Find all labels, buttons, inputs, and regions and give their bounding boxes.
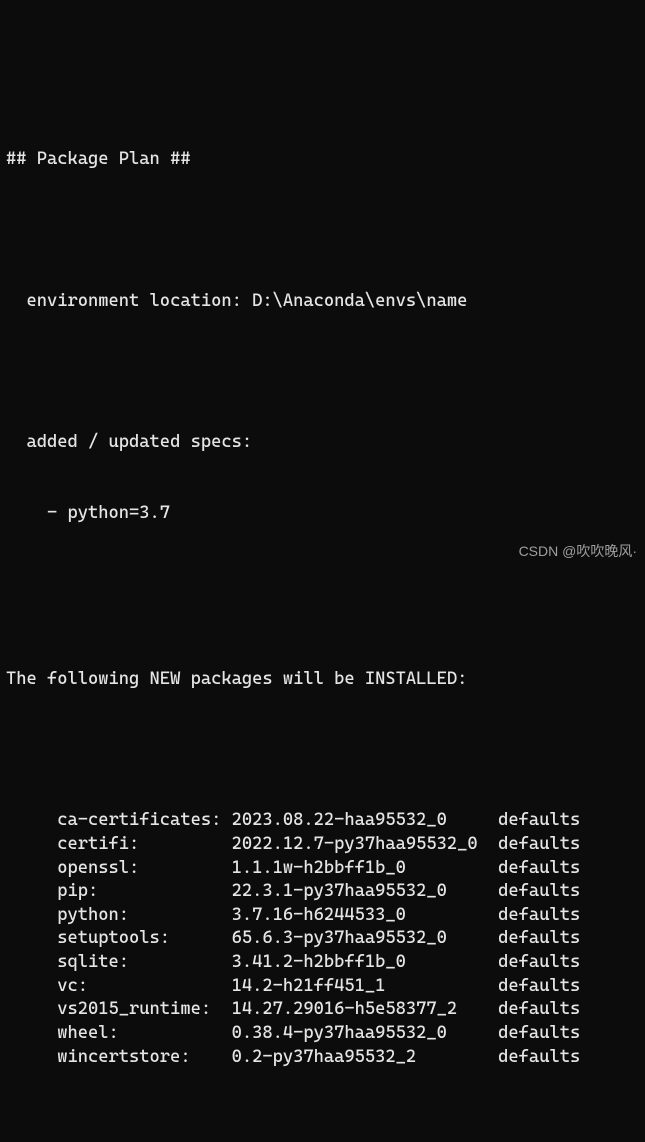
package-row: setuptools: 65.6.3-py37haa95532_0 defaul… xyxy=(6,927,645,951)
package-name: openssl: xyxy=(57,857,231,881)
package-list: ca-certificates: 2023.08.22-haa95532_0 d… xyxy=(6,809,645,1069)
watermark: CSDN @吹吹晚风· xyxy=(519,542,637,561)
specs-header: added / updated specs: xyxy=(6,431,645,455)
package-row: openssl: 1.1.1w-h2bbff1b_0 defaults xyxy=(6,857,645,881)
package-channel: defaults xyxy=(498,1046,645,1070)
package-name: python: xyxy=(57,904,231,928)
package-channel: defaults xyxy=(498,927,645,951)
package-name: wincertstore: xyxy=(57,1046,231,1070)
environment-location: environment location: D:\Anaconda\envs\n… xyxy=(6,290,645,314)
package-name: vs2015_runtime: xyxy=(57,998,231,1022)
package-row: ca-certificates: 2023.08.22-haa95532_0 d… xyxy=(6,809,645,833)
package-channel: defaults xyxy=(498,975,645,999)
package-name: sqlite: xyxy=(57,951,231,975)
package-row: vc: 14.2-h21ff451_1 defaults xyxy=(6,975,645,999)
package-row: wheel: 0.38.4-py37haa95532_0 defaults xyxy=(6,1022,645,1046)
terminal-output: ## Package Plan ## environment location:… xyxy=(6,101,645,1142)
package-channel: defaults xyxy=(498,998,645,1022)
package-channel: defaults xyxy=(498,857,645,881)
package-name: certifi: xyxy=(57,833,231,857)
package-channel: defaults xyxy=(498,833,645,857)
package-channel: defaults xyxy=(498,1022,645,1046)
package-version: 14.27.29016-h5e58377_2 xyxy=(232,998,499,1022)
env-path: D:\Anaconda\envs\name xyxy=(252,291,467,311)
package-row: vs2015_runtime: 14.27.29016-h5e58377_2 d… xyxy=(6,998,645,1022)
env-label: environment location: xyxy=(6,291,252,311)
package-version: 22.3.1-py37haa95532_0 xyxy=(232,880,499,904)
package-version: 3.7.16-h6244533_0 xyxy=(232,904,499,928)
package-version: 2023.08.22-haa95532_0 xyxy=(232,809,499,833)
package-name: wheel: xyxy=(57,1022,231,1046)
new-packages-header: The following NEW packages will be INSTA… xyxy=(6,668,645,692)
spec-item: - python=3.7 xyxy=(6,502,645,526)
package-version: 65.6.3-py37haa95532_0 xyxy=(232,927,499,951)
package-row: python: 3.7.16-h6244533_0 defaults xyxy=(6,904,645,928)
package-version: 0.2-py37haa95532_2 xyxy=(232,1046,499,1070)
package-row: wincertstore: 0.2-py37haa95532_2 default… xyxy=(6,1046,645,1070)
package-channel: defaults xyxy=(498,904,645,928)
package-row: pip: 22.3.1-py37haa95532_0 defaults xyxy=(6,880,645,904)
package-row: certifi: 2022.12.7-py37haa95532_0 defaul… xyxy=(6,833,645,857)
package-version: 14.2-h21ff451_1 xyxy=(232,975,499,999)
package-channel: defaults xyxy=(498,880,645,904)
package-channel: defaults xyxy=(498,809,645,833)
package-name: ca-certificates: xyxy=(57,809,231,833)
package-plan-header: ## Package Plan ## xyxy=(6,148,645,172)
package-version: 0.38.4-py37haa95532_0 xyxy=(232,1022,499,1046)
package-version: 2022.12.7-py37haa95532_0 xyxy=(232,833,499,857)
package-row: sqlite: 3.41.2-h2bbff1b_0 defaults xyxy=(6,951,645,975)
package-name: vc: xyxy=(57,975,231,999)
package-version: 3.41.2-h2bbff1b_0 xyxy=(232,951,499,975)
package-version: 1.1.1w-h2bbff1b_0 xyxy=(232,857,499,881)
package-channel: defaults xyxy=(498,951,645,975)
package-name: setuptools: xyxy=(57,927,231,951)
package-name: pip: xyxy=(57,880,231,904)
